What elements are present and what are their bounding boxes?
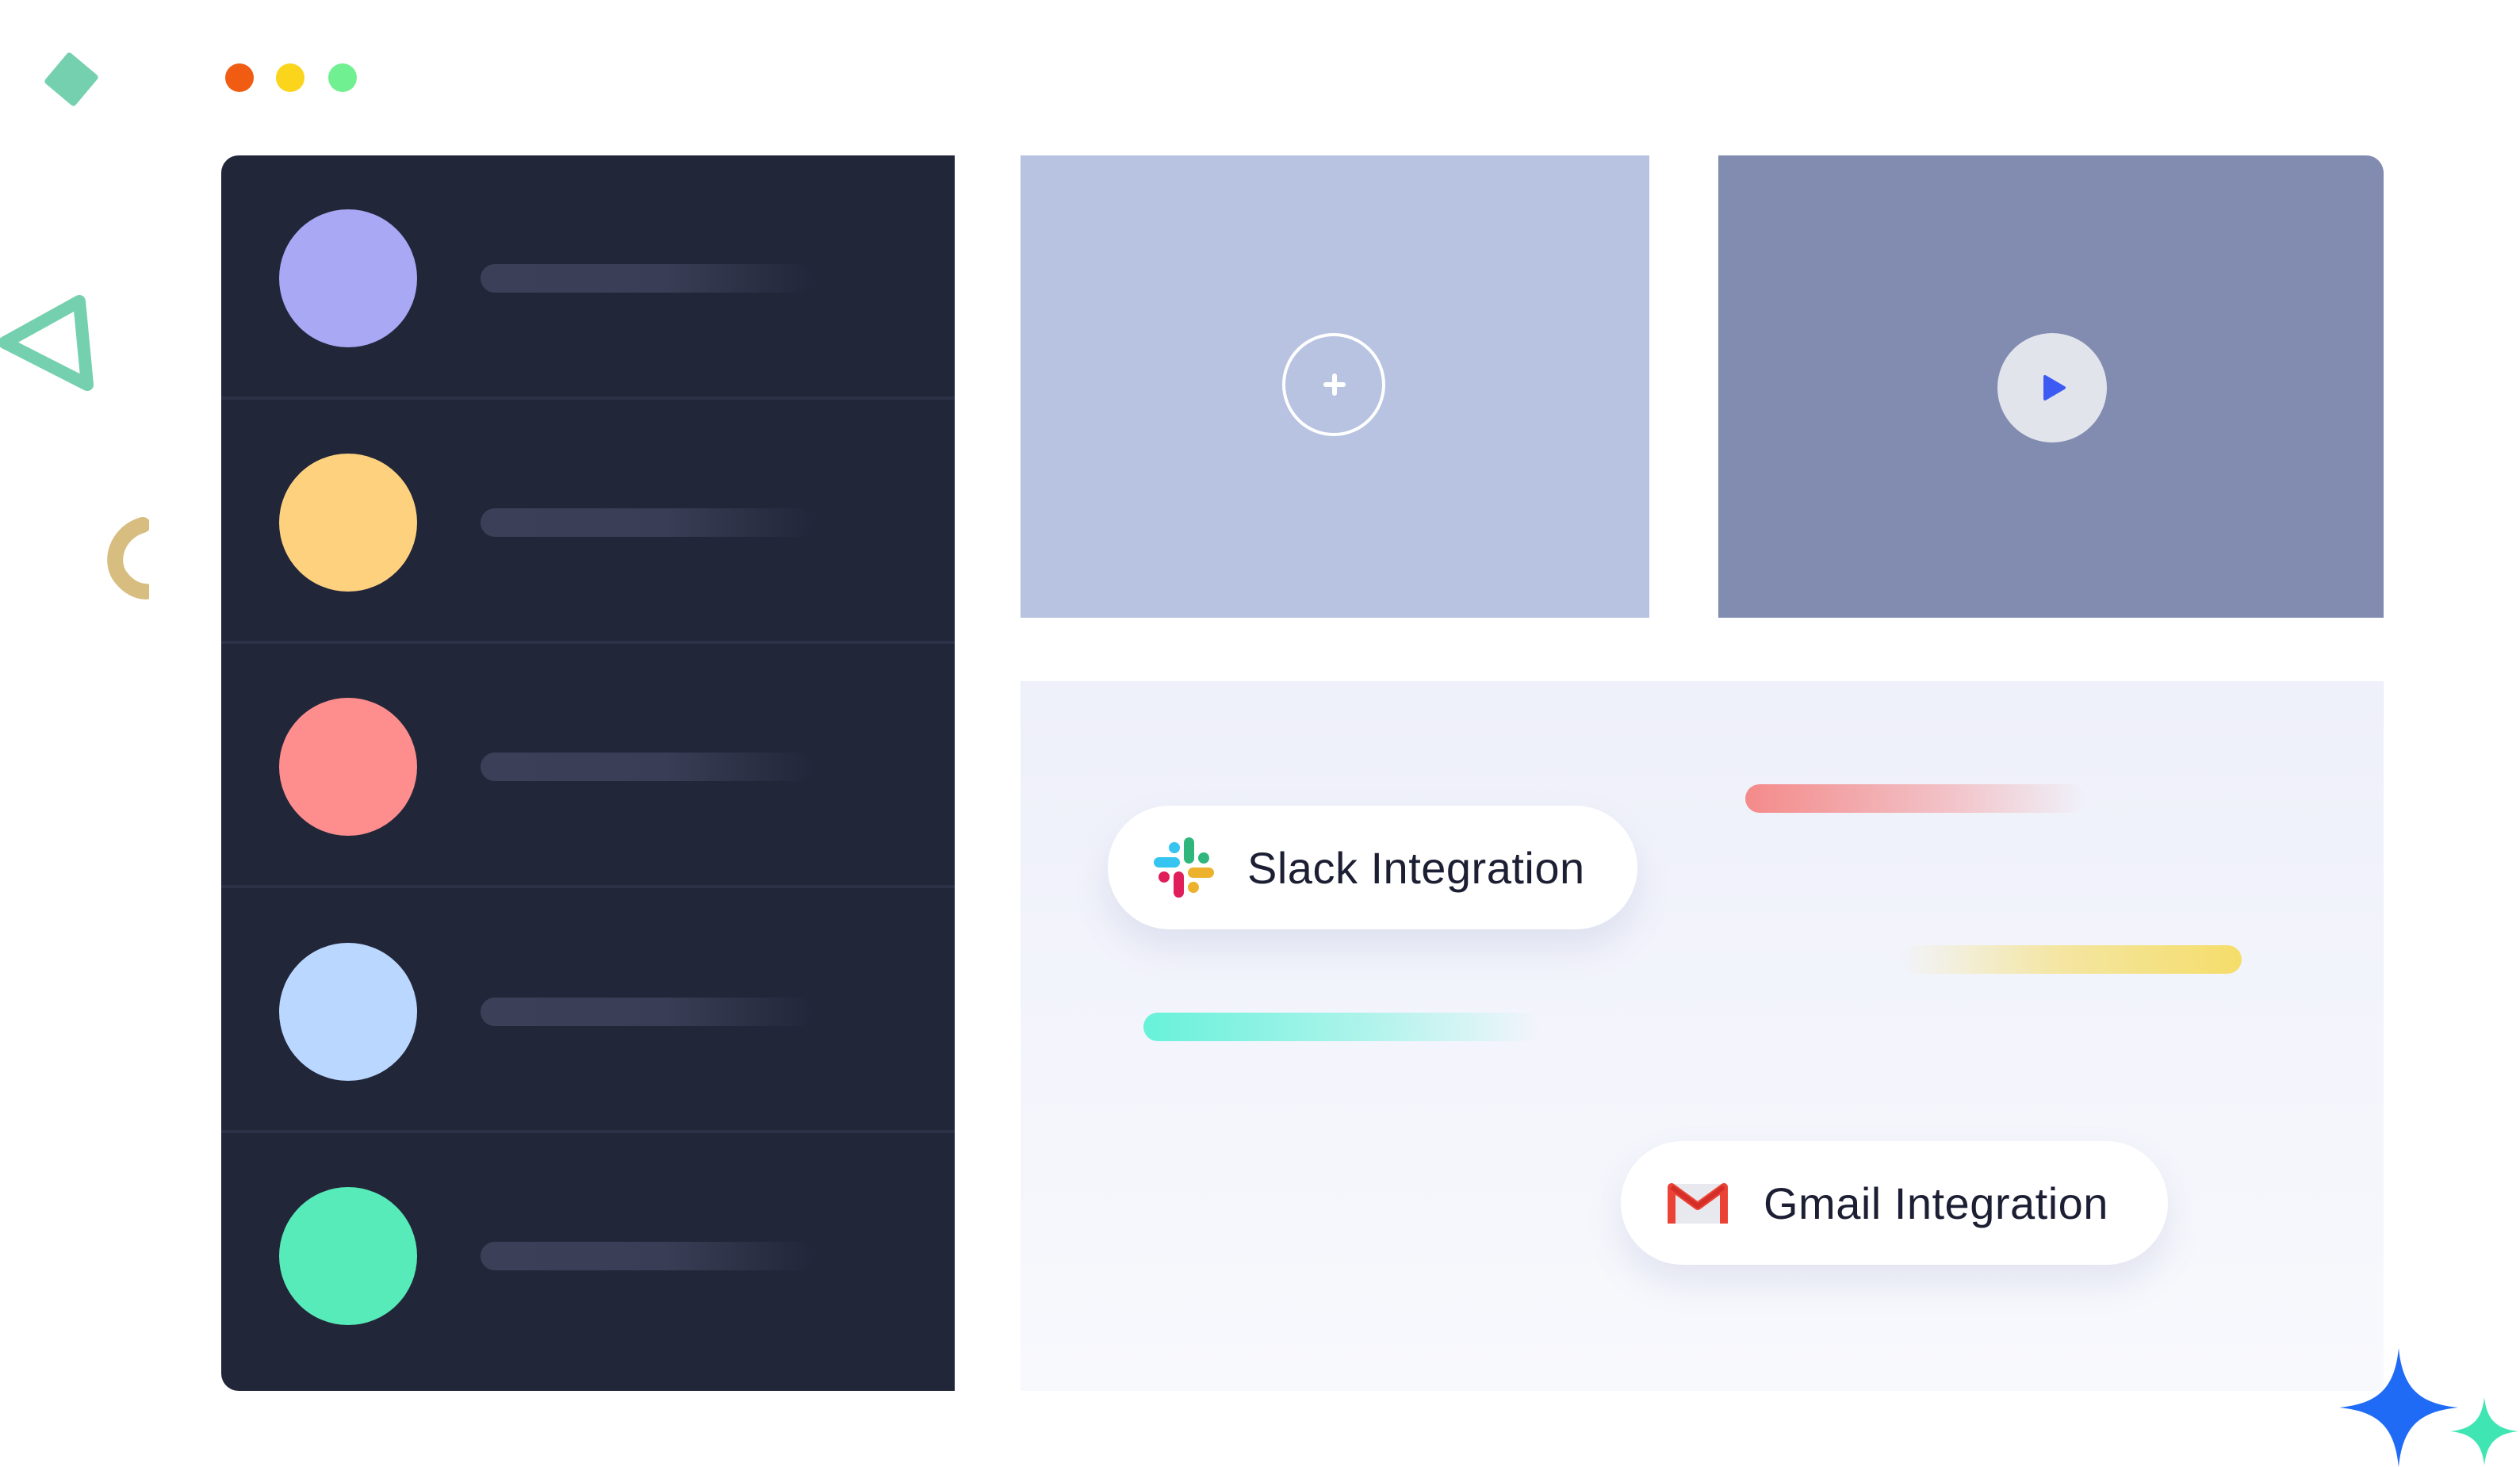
placeholder-text-line xyxy=(481,753,814,781)
placeholder-text-line xyxy=(481,508,814,537)
avatar xyxy=(279,209,417,347)
placeholder-text-line xyxy=(481,264,814,293)
avatar xyxy=(279,943,417,1081)
window-close-button[interactable] xyxy=(225,63,254,92)
add-media-card xyxy=(1021,155,1649,618)
video-card xyxy=(1718,155,2384,618)
window-minimize-button[interactable] xyxy=(276,63,304,92)
contact-sidebar xyxy=(221,155,955,1391)
accent-bar-yellow xyxy=(1901,945,2242,974)
list-item[interactable] xyxy=(221,889,955,1133)
add-button[interactable] xyxy=(1282,333,1385,436)
accent-bar-teal xyxy=(1143,1013,1540,1041)
placeholder-text-line xyxy=(481,998,814,1026)
gmail-integration-label: Gmail Integration xyxy=(1764,1178,2108,1228)
placeholder-text-line xyxy=(481,1242,814,1270)
window-maximize-button[interactable] xyxy=(328,63,357,92)
diamond-decoration-icon xyxy=(44,52,98,106)
sparkle-small-icon xyxy=(2450,1397,2518,1465)
sparkle-icon xyxy=(2339,1348,2458,1467)
avatar xyxy=(279,454,417,592)
arc-decoration-icon xyxy=(107,517,149,599)
list-item[interactable] xyxy=(221,644,955,888)
play-icon xyxy=(2043,375,2066,400)
accent-bar-red xyxy=(1745,784,2086,813)
list-item[interactable] xyxy=(221,1133,955,1377)
avatar xyxy=(279,1187,417,1325)
play-button[interactable] xyxy=(1997,333,2107,442)
slack-integration-pill[interactable]: Slack Integration xyxy=(1108,806,1637,929)
slack-icon xyxy=(1154,837,1214,898)
triangle-decoration-icon xyxy=(0,295,94,391)
list-item[interactable] xyxy=(221,155,955,400)
slack-integration-label: Slack Integration xyxy=(1247,842,1585,893)
gmail-icon xyxy=(1668,1183,1728,1224)
avatar xyxy=(279,698,417,836)
gmail-integration-pill[interactable]: Gmail Integration xyxy=(1621,1141,2168,1265)
integrations-panel: Slack Integration Gmail Integration xyxy=(1021,681,2384,1391)
list-item[interactable] xyxy=(221,400,955,644)
